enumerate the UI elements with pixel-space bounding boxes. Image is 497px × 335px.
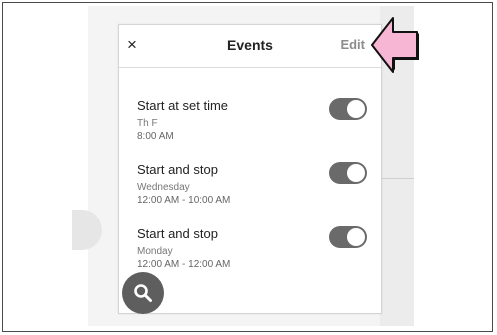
events-header: × Events Edit xyxy=(119,25,381,68)
event-days: Wednesday xyxy=(137,182,190,193)
list-item: Start and stop Wednesday 12:00 AM - 10:0… xyxy=(137,162,367,226)
event-time: 12:00 AM - 12:00 AM xyxy=(137,259,231,270)
event-toggle[interactable] xyxy=(329,226,367,248)
list-item: Start and stop Monday 12:00 AM - 12:00 A… xyxy=(137,226,367,290)
event-toggle[interactable] xyxy=(329,98,367,120)
search-icon xyxy=(134,284,152,302)
events-list: Start at set time Th F 8:00 AM Start and… xyxy=(137,98,367,290)
edit-button[interactable]: Edit xyxy=(340,37,365,52)
event-time: 8:00 AM xyxy=(137,131,174,142)
event-days: Th F xyxy=(137,118,158,129)
list-item: Start at set time Th F 8:00 AM xyxy=(137,98,367,162)
toggle-knob xyxy=(347,100,365,118)
event-time: 12:00 AM - 10:00 AM xyxy=(137,195,231,206)
search-button[interactable] xyxy=(122,272,164,314)
event-toggle[interactable] xyxy=(329,162,367,184)
toggle-knob xyxy=(347,228,365,246)
background-divider xyxy=(380,178,414,179)
toggle-knob xyxy=(347,164,365,182)
pointer-arrow-icon xyxy=(371,17,419,73)
event-days: Monday xyxy=(137,246,173,257)
